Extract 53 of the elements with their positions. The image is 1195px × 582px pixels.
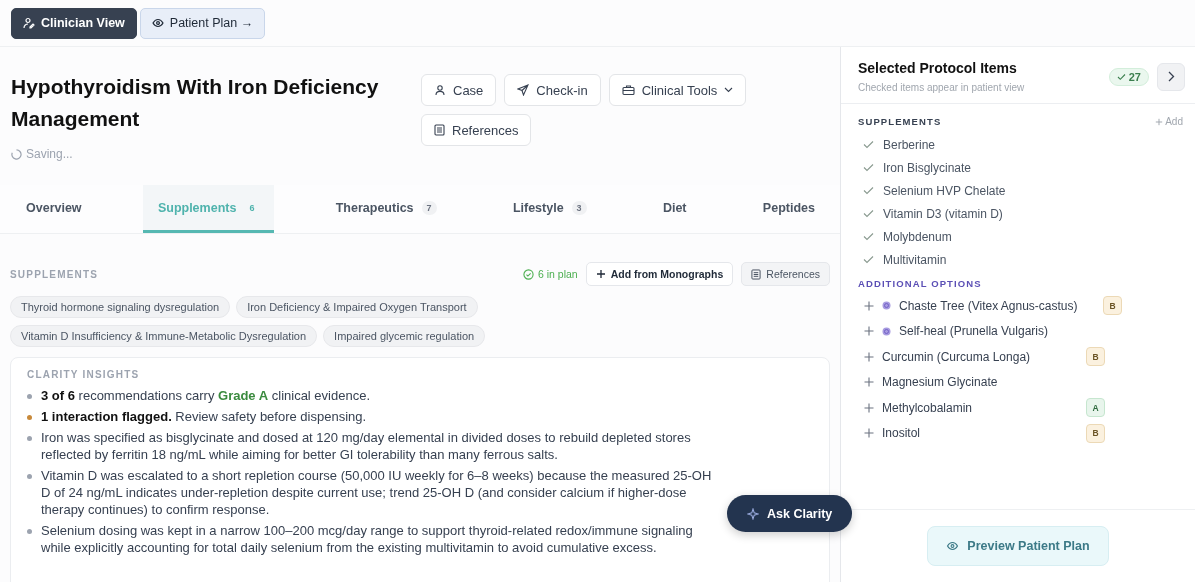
option-item: Inositol [882, 426, 922, 441]
check-in-button[interactable]: Check-in [504, 74, 601, 106]
clinician-view-button[interactable]: Clinician View [11, 7, 137, 39]
option-item: Self-heal (Prunella Vulgaris) [899, 324, 1049, 339]
clinical-tools-button[interactable]: Clinical Tools [608, 74, 747, 106]
condition-tag: Impaired glycemic regulation [323, 325, 486, 347]
selected-item: Selenium HVP Chelate [883, 183, 1006, 198]
option-item: Curcumin (Curcuma Longa) [882, 349, 1032, 364]
grade-badge: A [1086, 398, 1105, 418]
panel-subtitle: Checked items appear in patient view [858, 82, 1025, 93]
insight-text: 3 of 6 recommendations carry Grade A clinical evidence. [41, 388, 370, 403]
tab-count: 3 [571, 200, 587, 215]
option-item: Magnesium Glycinate [882, 375, 999, 390]
option-item: Methylcobalamin [882, 400, 974, 415]
selected-count-badge: 27 [1108, 67, 1149, 86]
preview-patient-plan-button[interactable]: Preview Patient Plan [927, 526, 1109, 566]
grade-badge: B [1086, 347, 1105, 367]
references-button[interactable]: References [741, 262, 830, 286]
insights-heading: CLARITY INSIGHTS [27, 369, 141, 380]
selected-item: Multivitamin [883, 252, 947, 267]
tab[interactable]: Therapeutics 7 [320, 185, 452, 233]
insight-text: 1 interaction flagged. Review safety before dispensing. [41, 409, 367, 424]
selected-item: Molybdenum [883, 229, 952, 244]
selected-item: Berberine [883, 137, 936, 152]
ask-clarity-button[interactable]: Ask Clarity [727, 495, 853, 532]
tab[interactable]: Lifestyle 3 [497, 185, 602, 233]
in-plan-count: 6 in plan [523, 268, 578, 280]
selected-item: Vitamin D3 (vitamin D) [883, 206, 1003, 221]
tab-count: 6 [248, 201, 256, 215]
option-item: Chaste Tree (Vitex Agnus-castus) [899, 298, 1079, 313]
selected-item: Iron Bisglycinate [883, 160, 972, 175]
insight-text: Iron was specified as bisglycinate and dosed at 120 mg/day elemental in divided doses to rebuild depleted stores reflected by ferritin 18 ng/mL while aiming for better GI tolerability than many ferrous salts. [41, 430, 691, 462]
saving-status: Saving... [26, 147, 73, 161]
tab-count: 7 [421, 200, 437, 215]
grade-badge: B [1086, 423, 1105, 443]
insight-text: Selenium dosing was kept in a narrow 100–200 mcg/day range to support thyroid-related redox/immune signaling while explicitly accounting for total daily selenium from the existing multivitamin to avoid cumulative excess. [41, 523, 693, 555]
grade-badge: B [1103, 296, 1122, 316]
tab[interactable]: Peptides [747, 185, 830, 233]
insight-text: Vitamin D was escalated to a short repletion course (50,000 IU weekly for 6–8 weeks) because the measured 25-OH D of 24 ng/mL indicates under-repletion despite current use; trend 25-OH D (and consider calcium if higher-dose therapy continues) to confirm response. [41, 468, 712, 517]
case-button[interactable]: Case [421, 74, 497, 106]
panel-title: Selected Protocol Items [858, 60, 1018, 76]
tab[interactable]: Diet [647, 185, 702, 233]
condition-tag: Iron Deficiency & Impaired Oxygen Transport [236, 296, 478, 318]
references-button[interactable]: References [421, 114, 532, 146]
section-heading: SUPPLEMENTS [10, 268, 99, 280]
add-from-monographs-button[interactable]: Add from Monographs [585, 262, 734, 286]
patient-plan-button[interactable]: Patient Plan → [139, 7, 266, 39]
additional-options-heading: ADDITIONAL OPTIONS [858, 278, 983, 289]
case-title: Hypothyroidism With Iron Deficiency Management [11, 74, 380, 132]
condition-tag: Vitamin D Insufficiency & Immune-Metabolic Dysregulation [10, 325, 318, 347]
supplements-heading: SUPPLEMENTS [858, 116, 942, 127]
condition-tag: Thyroid hormone signaling dysregulation [10, 296, 231, 318]
tab[interactable]: Overview [11, 185, 97, 233]
